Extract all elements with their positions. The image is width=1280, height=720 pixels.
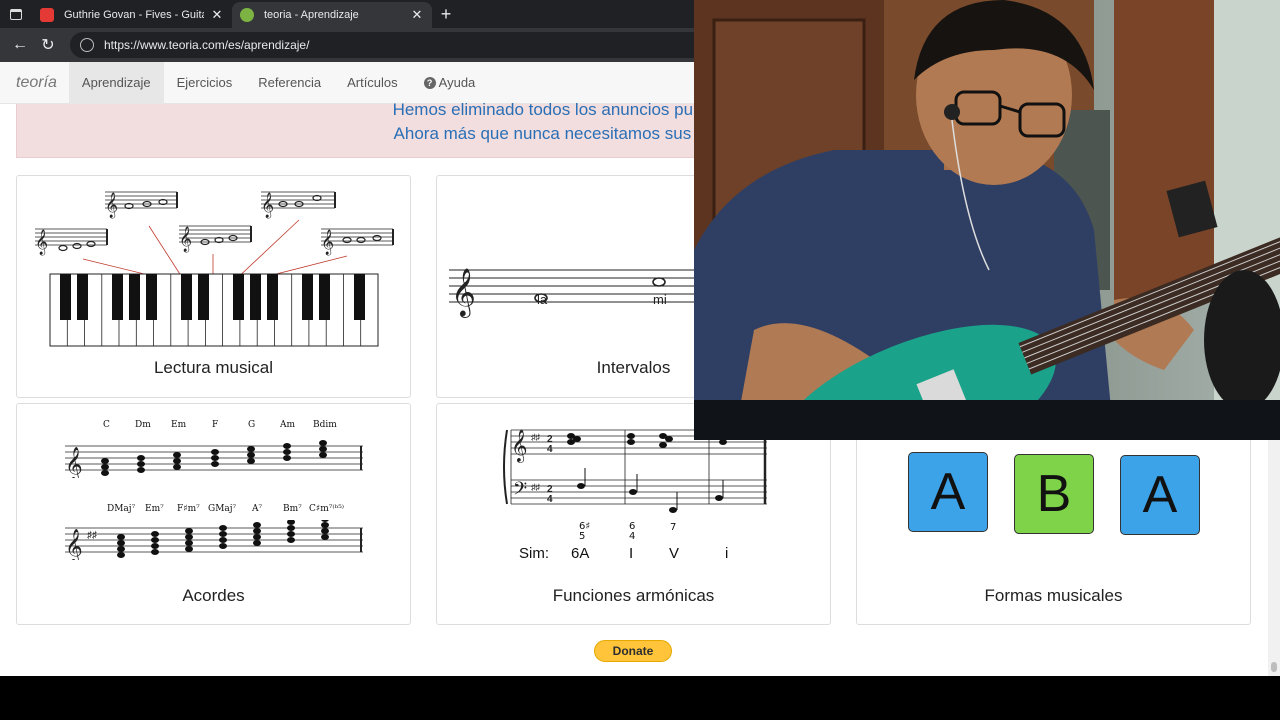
nav-ayuda[interactable]: ? Ayuda (411, 62, 489, 104)
chord-name: Em⁷ (145, 504, 164, 514)
card-title: Funciones armónicas (552, 586, 715, 605)
interval-note-la: la (537, 292, 548, 307)
address-bar[interactable]: https://www.teoria.com/es/aprendizaje/ (70, 32, 710, 58)
chord-name: G (248, 420, 256, 430)
teoria-favicon-icon (240, 8, 254, 22)
close-tab-icon[interactable]: ✕ (410, 7, 424, 23)
svg-text:𝄞: 𝄞 (179, 226, 192, 252)
tab-guthrie[interactable]: Guthrie Govan - Fives - Guitar pe ✕ (32, 2, 232, 28)
chord-name: C (103, 420, 110, 430)
close-tab-icon[interactable]: ✕ (210, 7, 224, 23)
chord-name: Dm (135, 420, 151, 430)
chords-staff-bottom: 𝄞 ♯♯ (65, 520, 363, 560)
webcam-overlay (694, 0, 1280, 440)
svg-text:4: 4 (547, 444, 553, 455)
svg-text:𝄞: 𝄞 (261, 192, 274, 218)
donate-button[interactable]: Donate (594, 640, 672, 662)
svg-text:𝄞: 𝄞 (105, 192, 118, 218)
youtube-favicon-icon (40, 8, 54, 22)
nav-articulos[interactable]: Artículos (334, 62, 411, 104)
svg-text:𝄞: 𝄞 (65, 529, 83, 560)
svg-text:♯♯: ♯♯ (531, 432, 541, 442)
interval-staff-illustration: 𝄞 (449, 267, 707, 318)
svg-text:𝄢: 𝄢 (513, 479, 527, 504)
back-arrow-icon[interactable]: ← (6, 31, 34, 59)
form-box-b: B (1014, 454, 1094, 534)
chord-name: Bdim (313, 420, 337, 430)
sim-value: i (725, 545, 729, 562)
help-icon: ? (423, 76, 436, 89)
url-text: https://www.teoria.com/es/aprendizaje/ (104, 38, 310, 52)
svg-text:𝄞: 𝄞 (451, 267, 476, 318)
figure-6-sharp-5: 6♯5 (579, 521, 591, 542)
chord-name: A⁷ (252, 504, 263, 514)
figure-7: 7 (670, 522, 677, 533)
card-title: Formas musicales (984, 586, 1123, 605)
svg-text:♯♯: ♯♯ (87, 530, 97, 541)
new-tab-icon[interactable]: + (432, 4, 460, 25)
chord-name: Am (280, 420, 296, 430)
card-lectura-musical[interactable]: 𝄞 𝄞 𝄞 𝄞 𝄞 Lectura musical (16, 175, 411, 398)
tab-title: teoria - Aprendizaje (264, 9, 359, 21)
chord-name: DMaj⁷ (107, 504, 136, 514)
screen: Guthrie Govan - Fives - Guitar pe ✕ teor… (0, 0, 1280, 720)
sim-value: I (629, 545, 634, 562)
svg-text:♯♯: ♯♯ (531, 482, 541, 492)
chord-name: F (212, 420, 219, 430)
svg-text:𝄞: 𝄞 (321, 229, 334, 255)
card-acordes[interactable]: C Dm Em F G Am Bdim 𝄞 DMaj⁷ Em⁷ F♯m⁷ GMa… (16, 403, 411, 625)
nav-referencia[interactable]: Referencia (245, 62, 334, 104)
tab-search-icon[interactable] (0, 0, 32, 28)
chords-staff-top: 𝄞 (65, 440, 363, 478)
reload-icon[interactable]: ↻ (34, 31, 62, 59)
tab-teoria[interactable]: teoria - Aprendizaje ✕ (232, 2, 432, 28)
svg-text:𝄞: 𝄞 (35, 229, 48, 255)
form-box-a: A (908, 452, 988, 532)
svg-text:𝄞: 𝄞 (65, 447, 83, 478)
svg-text:4: 4 (547, 494, 553, 505)
card-title: Acordes (182, 586, 245, 605)
sim-value: 6A (571, 545, 590, 562)
guitarist-video-frame (694, 0, 1280, 440)
form-box-a: A (1120, 455, 1200, 535)
card-title: Lectura musical (153, 358, 274, 377)
piano-reading-illustration: 𝄞 𝄞 𝄞 𝄞 𝄞 (35, 191, 394, 347)
figure-6-4: 6 4 (629, 521, 636, 542)
interval-note-mi: mi (653, 292, 667, 307)
site-info-icon[interactable] (80, 38, 94, 52)
sim-value: V (669, 545, 680, 562)
sim-label: Sim: (519, 545, 549, 562)
chord-name: GMaj⁷ (208, 504, 237, 514)
nav-ejercicios[interactable]: Ejercicios (164, 62, 246, 104)
taskbar-area (0, 676, 1280, 720)
chord-name: C♯m⁷⁽ᵇ⁵⁾ (309, 504, 345, 514)
svg-text:𝄞: 𝄞 (511, 429, 528, 463)
site-logo[interactable]: teoría (0, 74, 69, 92)
chord-name: Bm⁷ (283, 504, 302, 514)
tab-title: Guthrie Govan - Fives - Guitar pe (64, 9, 204, 21)
chord-name: F♯m⁷ (177, 504, 200, 514)
nav-aprendizaje[interactable]: Aprendizaje (68, 62, 164, 104)
scrollbar-thumb[interactable] (1271, 662, 1277, 672)
chord-name: Em (171, 420, 187, 430)
nav-ayuda-label: Ayuda (438, 75, 476, 90)
